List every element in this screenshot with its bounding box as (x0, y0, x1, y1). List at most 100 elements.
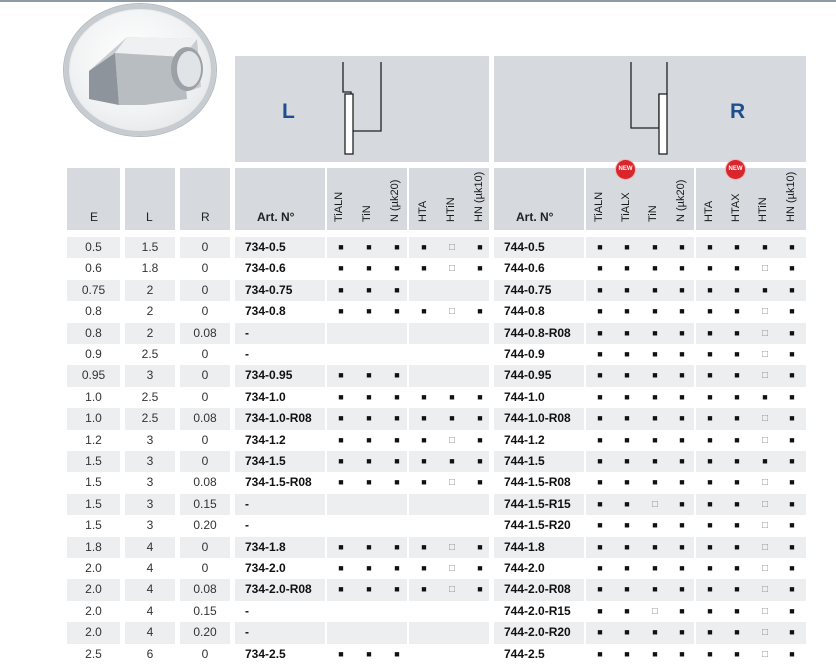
table-row: 2.5 6 0 734-2.5 744-2.5 ■ ■ ■ ■ ■ ■ ■ ■ ■ □ ■ (0, 644, 836, 665)
availability-mark-left: □ (448, 263, 456, 275)
cell-r: 0.15 (193, 603, 217, 618)
cell-l: 2.5 (141, 389, 159, 404)
availability-mark-right: ■ (679, 498, 685, 509)
availability-mark-left: □ (448, 584, 456, 596)
availability-mark-right: ■ (597, 605, 603, 616)
availability-mark-left: ■ (449, 413, 455, 424)
availability-mark-right: ■ (679, 456, 685, 466)
availability-mark-right: ■ (707, 242, 713, 252)
cell-l: 4 (146, 539, 154, 554)
availability-mark-right: ■ (597, 413, 603, 424)
availability-mark-right: ■ (679, 306, 685, 317)
availability-mark-right: ■ (789, 263, 795, 274)
availability-mark-right: ■ (652, 242, 658, 252)
cell-r: 0 (201, 240, 209, 254)
cell-r: 0.15 (193, 496, 217, 511)
table-row: 1.0 2.5 0.08 734-1.0-R08 744-1.0-R08 ■ ■ ■ ■ ■ ■ ■ ■… (0, 408, 836, 430)
coating-label-left-2: N (µk20) (389, 179, 401, 222)
availability-mark-right: ■ (652, 541, 658, 552)
cell-art-right: 744-0.8-R08 (504, 325, 571, 340)
cell-l: 1.8 (141, 261, 159, 276)
cell-l: 4 (146, 603, 154, 618)
availability-mark-left: ■ (421, 456, 427, 466)
cell-art-right: 744-1.5-R08 (504, 475, 571, 490)
top-rule (0, 0, 836, 2)
coating-label-right-7: HN (µk10) (785, 171, 797, 222)
availability-mark-right: ■ (652, 563, 658, 573)
availability-mark-left: ■ (338, 456, 344, 466)
availability-mark-right: ■ (789, 370, 795, 381)
availability-mark-left: □ (448, 306, 456, 318)
cell-e: 1.5 (85, 475, 102, 490)
availability-mark-right: □ (761, 605, 769, 617)
availability-mark-right: ■ (652, 627, 658, 638)
availability-mark-left: ■ (421, 306, 427, 317)
availability-mark-left: ■ (338, 370, 344, 381)
row-shade (409, 622, 489, 644)
tool-image (64, 4, 216, 136)
cell-r: 0.08 (193, 475, 217, 490)
table-row: 0.8 2 0.08 - 744-0.8-R08 ■ ■ ■ ■ ■ ■ □ ■ (0, 322, 836, 344)
cell-art-right: 744-1.5-R15 (504, 496, 571, 511)
availability-mark-left: ■ (366, 541, 372, 552)
availability-mark-right: □ (761, 413, 769, 425)
availability-mark-right: ■ (597, 541, 603, 552)
new-badge-htax: NEW (726, 160, 745, 179)
coating-label-right-4: HTA (703, 200, 715, 222)
availability-mark-right: ■ (734, 391, 740, 402)
cell-art-right: 744-1.0 (504, 389, 545, 404)
availability-mark-right: ■ (707, 477, 713, 488)
availability-mark-left: ■ (366, 563, 372, 573)
availability-mark-left: ■ (366, 477, 372, 488)
table-row: 1.5 3 0 734-1.5 744-1.5 ■ ■ ■ ■ ■ ■ ■ ■ ■ ■ ■ ■ ■ ■ (0, 451, 836, 473)
availability-mark-right: ■ (707, 648, 713, 659)
availability-mark-right: ■ (707, 456, 713, 466)
cell-r: 0 (201, 432, 209, 447)
availability-mark-right: □ (761, 327, 769, 339)
cell-e: 2.0 (85, 625, 102, 640)
availability-mark-right: ■ (789, 627, 795, 638)
availability-mark-right: ■ (762, 284, 768, 295)
table-row: 2.0 4 0.15 - 744-2.0-R15 ■ ■ □ ■ ■ ■ □ ■ (0, 601, 836, 622)
availability-mark-right: ■ (707, 284, 713, 295)
coating-label-right-2: TiN (647, 205, 659, 222)
cell-l: 1.5 (141, 240, 159, 254)
availability-mark-right: ■ (679, 584, 685, 595)
availability-mark-right: ■ (734, 434, 740, 445)
cell-r: 0 (201, 304, 209, 319)
availability-mark-left: □ (448, 434, 456, 446)
cell-art-left: 734-1.8 (245, 539, 286, 554)
availability-mark-left: ■ (421, 263, 427, 274)
coating-label-right-6: HTiN (757, 197, 769, 222)
availability-mark-right: ■ (734, 284, 740, 295)
cell-e: 0.9 (85, 347, 102, 361)
table-row: 1.5 3 0.08 734-1.5-R08 744-1.5-R08 ■ ■ ■ ■ □ ■ ■ ■ ■ ■… (0, 472, 836, 493)
availability-mark-right: ■ (597, 627, 603, 638)
coating-label-left-4: HTiN (445, 197, 457, 222)
availability-mark-right: □ (761, 263, 769, 275)
cell-e: 0.75 (81, 282, 106, 297)
availability-mark-right: ■ (624, 284, 630, 295)
availability-mark-right: ■ (652, 456, 658, 466)
row-shade (327, 622, 407, 644)
availability-mark-left: ■ (366, 413, 372, 424)
cell-art-left: 734-1.5-R08 (245, 475, 312, 490)
availability-mark-right: ■ (624, 263, 630, 274)
availability-mark-right: ■ (789, 391, 795, 402)
availability-mark-right: ■ (734, 306, 740, 317)
availability-mark-left: ■ (366, 456, 372, 466)
availability-mark-right: ■ (652, 413, 658, 424)
availability-mark-left: ■ (338, 563, 344, 573)
availability-mark-right: ■ (707, 563, 713, 573)
availability-mark-right: ■ (624, 477, 630, 488)
availability-mark-right: ■ (707, 541, 713, 552)
cell-art-right: 744-0.6 (504, 261, 545, 276)
availability-mark-left: ■ (338, 284, 344, 295)
cell-r: 0 (201, 347, 209, 361)
cell-e: 2.0 (85, 561, 102, 575)
cell-art-right: 744-1.2 (504, 432, 545, 447)
availability-mark-right: ■ (679, 434, 685, 445)
availability-mark-right: ■ (597, 284, 603, 295)
availability-mark-right: □ (761, 477, 769, 489)
cell-art-right: 744-1.5-R20 (504, 518, 571, 533)
